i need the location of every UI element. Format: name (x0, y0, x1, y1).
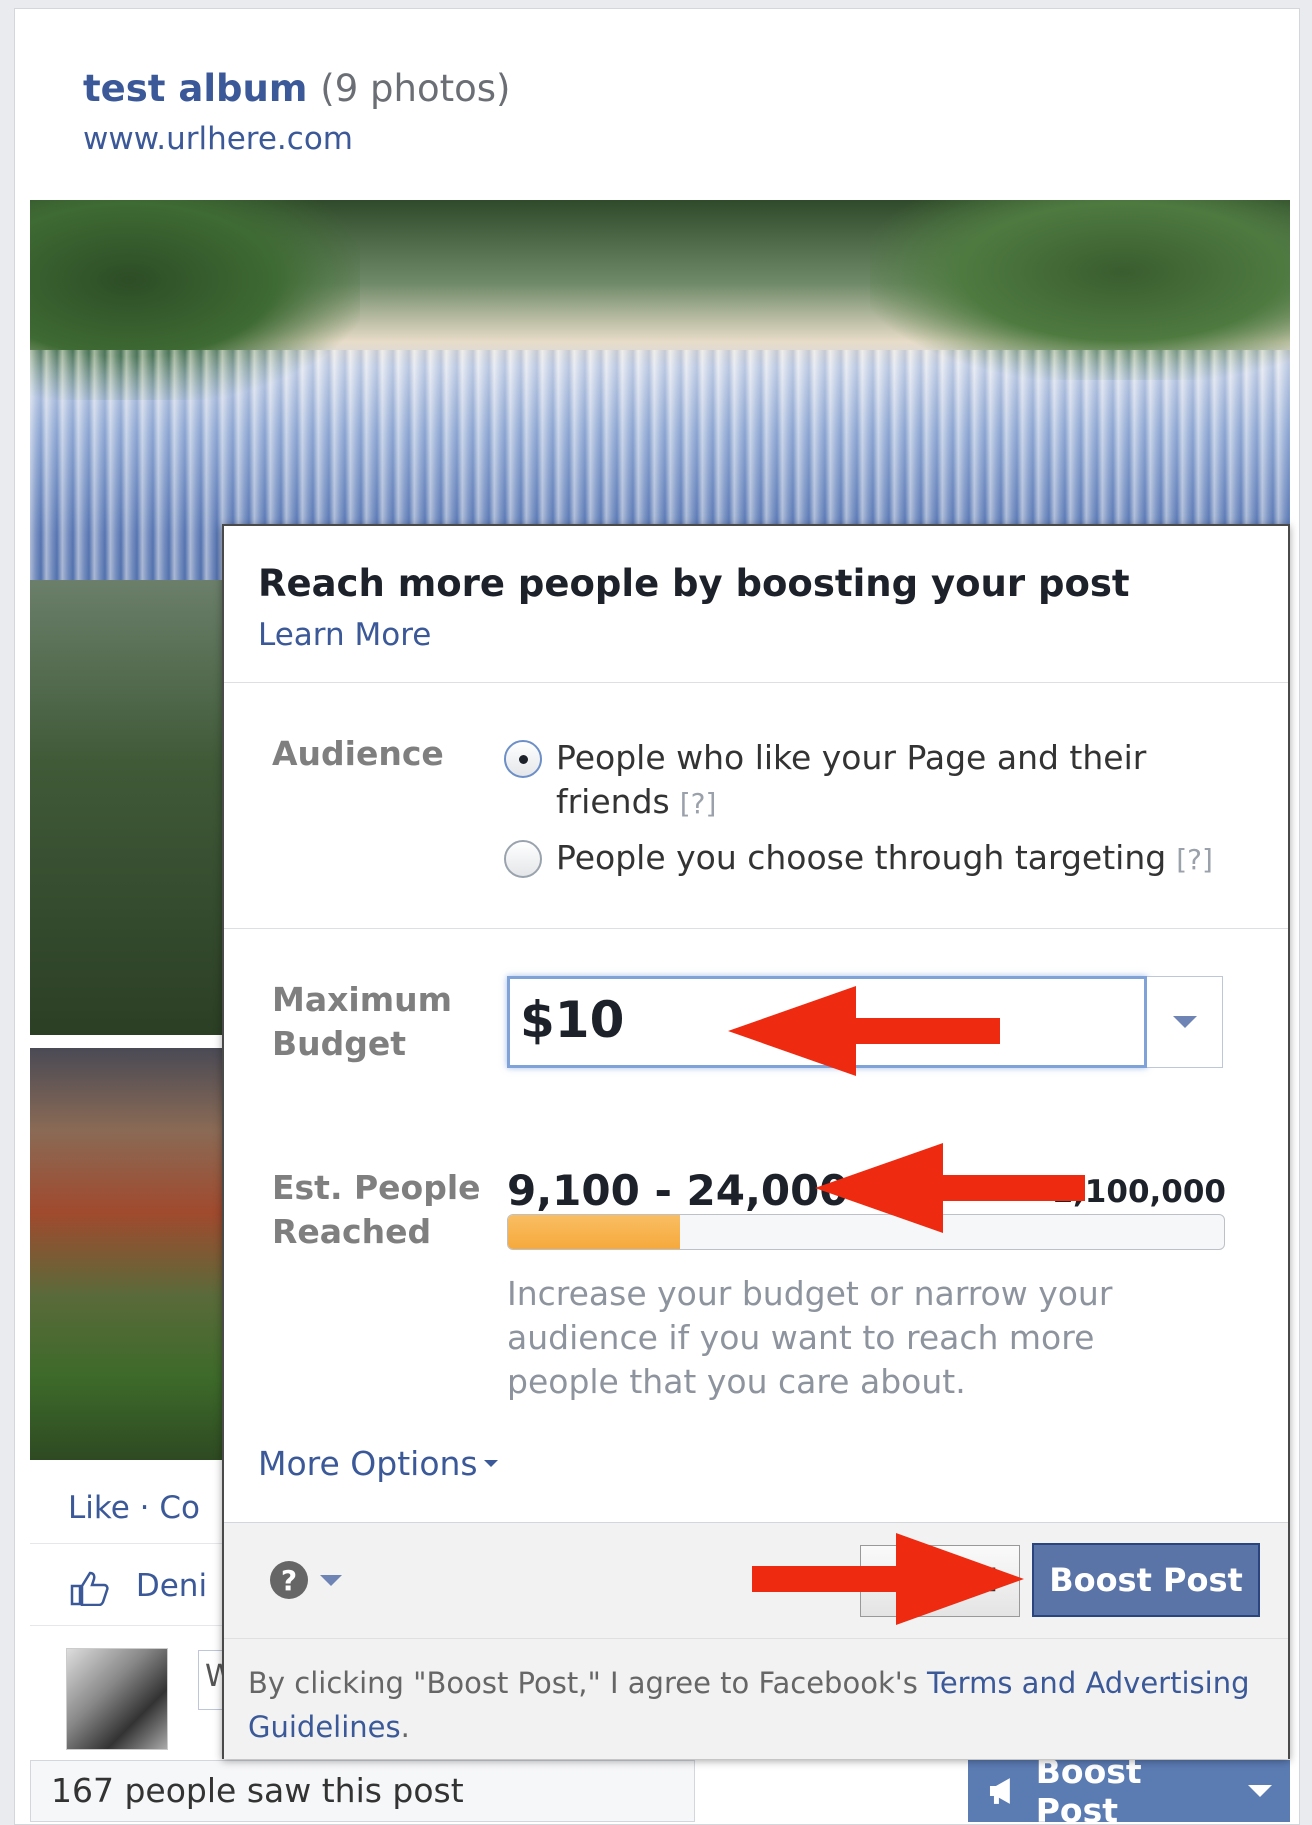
budget-dropdown-button[interactable] (1147, 976, 1223, 1068)
audience-label: Audience (272, 734, 444, 773)
post-actions[interactable]: Like · Co (68, 1490, 200, 1526)
boost-post-label: Boost Post (1035, 1752, 1142, 1825)
audience-option-fans-label: People who like your Page and their (556, 738, 1147, 777)
terms-suffix: . (400, 1710, 410, 1744)
more-options-label: More Options (258, 1444, 478, 1483)
help-link[interactable]: [?] (680, 787, 717, 820)
post-url-link[interactable]: www.urlhere.com (83, 121, 353, 157)
audience-option-fans[interactable]: People who like your Page and their frie… (504, 736, 1146, 826)
dialog-title: Reach more people by boosting your post (258, 562, 1130, 605)
audience-option-targeting[interactable]: People you choose through targeting [?] (504, 836, 1213, 882)
reach-range: 9,100 - 24,000 (507, 1166, 849, 1215)
photo-gap (30, 1035, 230, 1048)
album-title[interactable]: test album (9 photos) (83, 67, 510, 110)
learn-more-link[interactable]: Learn More (258, 617, 1130, 653)
likes-name[interactable]: Deni (136, 1568, 207, 1604)
boost-post-dropdown-button[interactable]: Boost Post (968, 1752, 1290, 1825)
chevron-down-icon (483, 1460, 498, 1467)
reach-progress-fill (508, 1215, 680, 1249)
more-options-link[interactable]: More Options (258, 1444, 498, 1483)
reach-label: Est. People Reached (272, 1166, 481, 1254)
reach-hint: Increase your budget or narrow your audi… (507, 1274, 1113, 1401)
radio-targeting[interactable] (504, 840, 542, 878)
landscape-photo[interactable] (30, 1048, 230, 1460)
reach-label-line1: Est. People (272, 1168, 481, 1207)
audience-option-fans-label-2: friends (556, 782, 670, 821)
dialog-header: Reach more people by boosting your post … (258, 562, 1130, 653)
avatar (66, 1648, 168, 1750)
likes-row[interactable]: Deni (70, 1568, 207, 1606)
chevron-down-icon (1248, 1785, 1272, 1797)
photo-cliff (30, 580, 230, 1035)
chevron-down-icon (1172, 1016, 1197, 1028)
terms-prefix: By clicking "Boost Post," I agree to Fac… (248, 1666, 928, 1700)
red-arrow (752, 1533, 1024, 1625)
red-arrow (815, 1143, 1085, 1233)
help-icon: ? (270, 1561, 308, 1599)
audience-option-targeting-label: People you choose through targeting (556, 838, 1167, 877)
people-saw-text: 167 people saw this post (30, 1760, 695, 1822)
divider (224, 928, 1288, 929)
red-arrow (728, 986, 1000, 1076)
boost-post-button[interactable]: Boost Post (1032, 1543, 1260, 1617)
budget-label-line2: Budget (272, 1024, 407, 1063)
help-menu-button[interactable]: ? (270, 1561, 342, 1599)
budget-label-line1: Maximum (272, 980, 452, 1019)
photo-count: (9 photos) (320, 67, 511, 110)
post-footer: 167 people saw this post Boost Post (30, 1752, 1290, 1825)
chevron-down-icon (320, 1574, 342, 1586)
reach-label-line2: Reached (272, 1212, 432, 1251)
help-link[interactable]: [?] (1176, 843, 1213, 876)
divider (224, 682, 1288, 683)
megaphone-icon (989, 1778, 1010, 1804)
radio-fans[interactable] (504, 740, 542, 778)
album-title-text[interactable]: test album (83, 67, 307, 110)
thumbs-up-icon (70, 1571, 109, 1606)
budget-label: Maximum Budget (272, 978, 452, 1066)
terms-text: By clicking "Boost Post," I agree to Fac… (224, 1638, 1288, 1759)
